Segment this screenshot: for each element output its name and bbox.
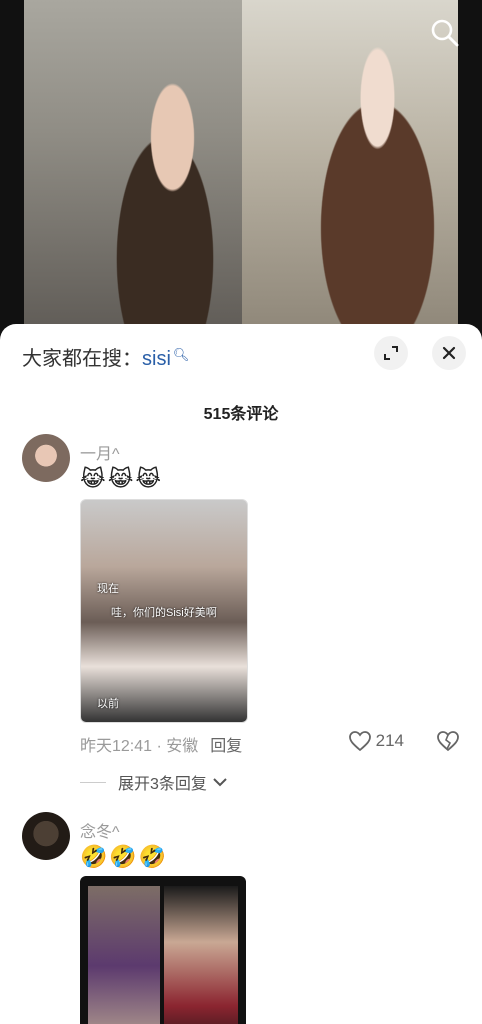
reply-button[interactable]: 回复 — [210, 738, 242, 755]
expand-replies-label: 展开3条回复 — [118, 776, 207, 793]
video-player[interactable] — [0, 0, 482, 340]
video-figure-left — [90, 70, 240, 340]
comment-emojis: 😹😹😹 — [80, 466, 164, 491]
comment-item: 一月^ 😹😹😹 现在 哇，你们的Sisi好美啊 以前 昨天12:41 · 安徽回… — [0, 434, 482, 794]
image-caption: 现在 — [97, 583, 119, 595]
dislike-button[interactable] — [436, 730, 460, 757]
comment-time-location: 昨天12:41 · 安徽 — [80, 738, 199, 755]
image-caption: 哇，你们的Sisi好美啊 — [111, 607, 217, 619]
like-button[interactable]: 214 — [348, 730, 404, 752]
image-photo-right — [164, 886, 238, 1024]
comment-image[interactable]: 现在 哇，你们的Sisi好美啊 以前 — [80, 499, 248, 723]
expand-icon — [384, 346, 398, 360]
avatar[interactable] — [22, 434, 70, 482]
hot-search-keyword[interactable]: sisi — [142, 348, 171, 370]
expand-replies-button[interactable]: 展开3条回复 — [80, 770, 229, 794]
image-photo-left — [88, 886, 160, 1024]
heart-icon — [348, 731, 371, 752]
dislike-icon — [437, 731, 459, 752]
divider-line — [80, 781, 106, 783]
comment-count-title: 515条评论 — [203, 406, 279, 423]
comment-sheet: 大家都在搜：sisi 🔍︎ 515条评论 一月^ 😹😹😹 现在 哇，你们的Sisi… — [0, 324, 482, 1024]
hot-search-link[interactable]: 大家都在搜：sisi 🔍︎ — [22, 342, 189, 371]
sheet-header: 大家都在搜：sisi 🔍︎ — [0, 324, 482, 380]
comment-emojis: 🤣🤣🤣 — [80, 844, 169, 869]
expand-button[interactable] — [374, 336, 408, 370]
avatar[interactable] — [22, 812, 70, 860]
close-icon — [442, 346, 456, 360]
chevron-down-icon — [213, 778, 227, 787]
hot-search-prefix: 大家都在搜： — [22, 348, 142, 370]
video-figure-right — [295, 45, 460, 340]
like-count: 214 — [375, 731, 404, 750]
comment-username[interactable]: 念冬^ — [80, 818, 120, 842]
small-search-icon: 🔍︎ — [172, 347, 190, 362]
comment-image[interactable] — [80, 876, 246, 1024]
search-icon[interactable] — [430, 18, 460, 48]
comment-meta: 昨天12:41 · 安徽 回复 — [80, 732, 242, 756]
image-caption: 以前 — [97, 698, 119, 710]
comment-item: 念冬^ 🤣🤣🤣 — [0, 812, 482, 1024]
close-button[interactable] — [432, 336, 466, 370]
comment-username[interactable]: 一月^ — [80, 440, 120, 464]
